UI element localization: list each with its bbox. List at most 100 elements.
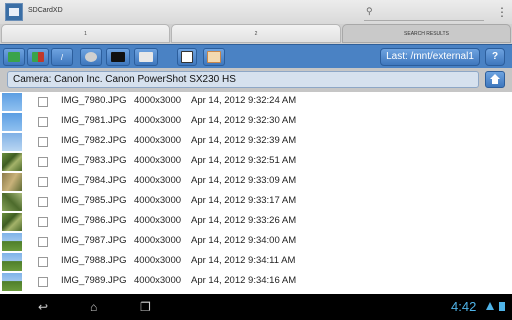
file-dimensions: 4000x3000 — [134, 155, 182, 166]
file-row[interactable]: IMG_7987.JPG 4000x3000 Apr 14, 2012 9:34:0… — [0, 232, 512, 252]
home-icon[interactable] — [485, 71, 505, 88]
file-name: IMG_7983.JPG — [61, 155, 127, 166]
camera-label: Camera: Canon Inc. Canon PowerShot SX230… — [7, 71, 479, 88]
thumbnail-image[interactable] — [2, 93, 22, 111]
row-checkbox[interactable] — [38, 197, 48, 207]
search-icon: ⚲ — [366, 6, 373, 16]
thumbnail-image[interactable] — [2, 213, 22, 231]
toolbar: / Last: /mnt/external1 ? — [0, 44, 512, 70]
tab-2[interactable]: 2 — [171, 24, 341, 43]
thumbnail-image[interactable] — [2, 113, 22, 131]
last-location-button[interactable]: Last: /mnt/external1 — [380, 48, 480, 66]
file-dimensions: 4000x3000 — [134, 95, 182, 106]
back-arrow-icon[interactable]: ↩ — [38, 300, 48, 314]
recent-apps-icon[interactable]: ❐ — [140, 300, 151, 314]
wifi-icon — [486, 302, 494, 310]
file-date: Apr 14, 2012 9:32:24 AM — [191, 95, 297, 106]
thumbnail-image[interactable] — [2, 273, 22, 291]
file-name: IMG_7984.JPG — [61, 175, 127, 186]
camera-card-button[interactable] — [27, 48, 49, 66]
file-name: IMG_7987.JPG — [61, 235, 127, 246]
file-date: Apr 14, 2012 9:33:09 AM — [191, 175, 297, 186]
slash-icon: / — [60, 52, 64, 62]
camera-card-icon — [32, 52, 44, 62]
row-checkbox[interactable] — [38, 117, 48, 127]
row-checkbox[interactable] — [38, 157, 48, 167]
file-name: IMG_7981.JPG — [61, 115, 127, 126]
storage-icon — [139, 52, 153, 62]
file-date: Apr 14, 2012 9:34:00 AM — [191, 235, 297, 246]
thumbnail-image[interactable] — [2, 153, 22, 171]
thumbnail-image[interactable] — [2, 233, 22, 251]
sd-card-button[interactable] — [106, 48, 130, 66]
tab-search-results[interactable]: SEARCH RESULTS — [342, 24, 511, 43]
file-row[interactable]: IMG_7984.JPG 4000x3000 Apr 14, 2012 9:33:0… — [0, 172, 512, 192]
file-dimensions: 4000x3000 — [134, 215, 182, 226]
file-dimensions: 4000x3000 — [134, 135, 182, 146]
tab-bar: 1 2 SEARCH RESULTS — [0, 24, 512, 44]
root-button[interactable]: / — [51, 48, 73, 66]
overflow-menu-icon[interactable]: ⋮ — [496, 4, 508, 20]
file-name: IMG_7986.JPG — [61, 215, 127, 226]
file-date: Apr 14, 2012 9:32:51 AM — [191, 155, 297, 166]
file-row[interactable]: IMG_7986.JPG 4000x3000 Apr 14, 2012 9:33:2… — [0, 212, 512, 232]
row-checkbox[interactable] — [38, 237, 48, 247]
file-name: IMG_7988.JPG — [61, 255, 127, 266]
row-checkbox[interactable] — [38, 257, 48, 267]
clock: 4:42 — [451, 299, 477, 314]
file-row[interactable]: IMG_7980.JPG 4000x3000 Apr 14, 2012 9:32:2… — [0, 92, 512, 112]
file-dimensions: 4000x3000 — [134, 235, 182, 246]
checkbox-icon — [181, 51, 193, 63]
import-arrow-icon — [8, 52, 20, 62]
tab-1[interactable]: 1 — [1, 24, 170, 43]
row-checkbox[interactable] — [38, 97, 48, 107]
search-input[interactable] — [378, 5, 482, 19]
action-bar: SDCardXD ⚲ ⋮ — [0, 0, 512, 25]
thumbnail-image[interactable] — [2, 193, 22, 211]
file-dimensions: 4000x3000 — [134, 255, 182, 266]
file-date: Apr 14, 2012 9:33:26 AM — [191, 215, 297, 226]
row-checkbox[interactable] — [38, 177, 48, 187]
battery-icon — [499, 302, 505, 311]
file-name: IMG_7980.JPG — [61, 95, 127, 106]
app-sdcard-icon[interactable] — [5, 3, 23, 21]
file-dimensions: 4000x3000 — [134, 195, 182, 206]
row-checkbox[interactable] — [38, 277, 48, 287]
file-date: Apr 14, 2012 9:32:30 AM — [191, 115, 297, 126]
file-name: IMG_7982.JPG — [61, 135, 127, 146]
storage-button[interactable] — [134, 48, 158, 66]
search-box[interactable]: ⚲ — [364, 4, 484, 21]
copy-pages-icon — [207, 51, 221, 63]
file-name: IMG_7985.JPG — [61, 195, 127, 206]
select-all-button[interactable] — [177, 48, 197, 66]
thumbnail-image[interactable] — [2, 173, 22, 191]
row-checkbox[interactable] — [38, 217, 48, 227]
file-row[interactable]: IMG_7985.JPG 4000x3000 Apr 14, 2012 9:33:1… — [0, 192, 512, 212]
copy-button[interactable] — [203, 48, 225, 66]
thumbnail-image[interactable] — [2, 253, 22, 271]
camera-bar: Camera: Canon Inc. Canon PowerShot SX230… — [0, 68, 512, 92]
file-row[interactable]: IMG_7982.JPG 4000x3000 Apr 14, 2012 9:32:3… — [0, 132, 512, 152]
app-title: SDCardXD — [28, 7, 63, 14]
network-drive-icon — [85, 52, 97, 62]
file-dimensions: 4000x3000 — [134, 175, 182, 186]
file-date: Apr 14, 2012 9:34:16 AM — [191, 275, 297, 286]
file-dimensions: 4000x3000 — [134, 115, 182, 126]
row-checkbox[interactable] — [38, 137, 48, 147]
file-date: Apr 14, 2012 9:34:11 AM — [191, 255, 296, 266]
file-row[interactable]: IMG_7989.JPG 4000x3000 Apr 14, 2012 9:34:1… — [0, 272, 512, 292]
sd-card-icon — [111, 52, 125, 62]
thumbnail-image[interactable] — [2, 133, 22, 151]
import-button[interactable] — [3, 48, 25, 66]
file-name: IMG_7989.JPG — [61, 275, 127, 286]
file-list: IMG_7980.JPG 4000x3000 Apr 14, 2012 9:32:2… — [0, 92, 512, 294]
file-date: Apr 14, 2012 9:33:17 AM — [191, 195, 297, 206]
help-button[interactable]: ? — [485, 48, 505, 66]
file-row[interactable]: IMG_7988.JPG 4000x3000 Apr 14, 2012 9:34:1… — [0, 252, 512, 272]
home-nav-icon[interactable]: ⌂ — [90, 300, 97, 314]
file-date: Apr 14, 2012 9:32:39 AM — [191, 135, 297, 146]
file-dimensions: 4000x3000 — [134, 275, 182, 286]
file-row[interactable]: IMG_7981.JPG 4000x3000 Apr 14, 2012 9:32:3… — [0, 112, 512, 132]
network-button[interactable] — [80, 48, 102, 66]
file-row[interactable]: IMG_7983.JPG 4000x3000 Apr 14, 2012 9:32:5… — [0, 152, 512, 172]
